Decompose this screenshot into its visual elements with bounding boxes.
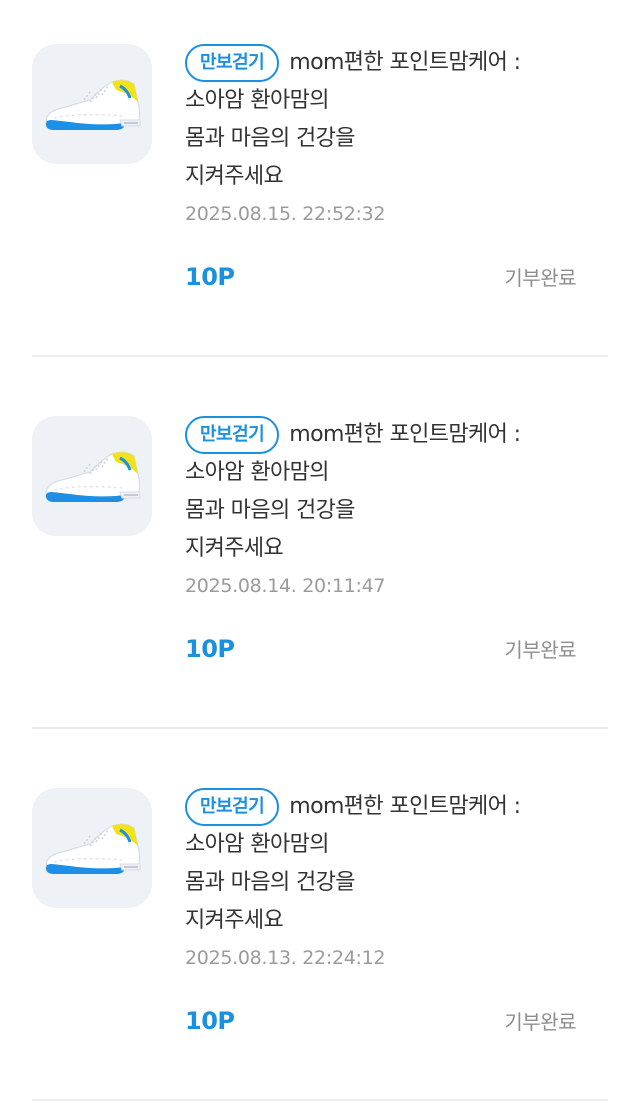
list-item[interactable]: 만보걷기 mom편한 포인트맘케어 : 소아암 환아맘의 몸과 마음의 건강을 지… <box>32 372 608 744</box>
points-value: 10P <box>185 1007 235 1035</box>
sneaker-icon <box>45 451 141 502</box>
title-line-2: 소아암 환아맘의 <box>185 88 329 113</box>
title-line-3: 몸과 마음의 건강을 <box>185 870 356 895</box>
title-line-3: 몸과 마음의 건강을 <box>185 498 356 523</box>
points-value: 10P <box>185 263 235 291</box>
timestamp: 2025.08.14. 20:11:47 <box>185 575 386 597</box>
divider <box>32 355 608 357</box>
title-line-1: mom편한 포인트맘케어 : <box>289 422 521 447</box>
item-title: 만보걷기 mom편한 포인트맘케어 : <box>185 44 608 82</box>
title-line-2: 소아암 환아맘의 <box>185 460 329 485</box>
category-badge: 만보걷기 <box>185 788 280 826</box>
item-title: 만보걷기 mom편한 포인트맘케어 : <box>185 788 608 826</box>
sneaker-icon <box>45 79 141 130</box>
timestamp: 2025.08.13. 22:24:12 <box>185 947 386 969</box>
status-label: 기부완료 <box>504 266 576 290</box>
donation-history-list: 만보걷기 mom편한 포인트맘케어 : 소아암 환아맘의 몸과 마음의 건강을 지… <box>0 0 640 1106</box>
points-value: 10P <box>185 635 235 663</box>
timestamp: 2025.08.15. 22:52:32 <box>185 203 386 225</box>
walking-campaign-thumbnail <box>32 44 152 164</box>
title-line-1: mom편한 포인트맘케어 : <box>289 794 521 819</box>
status-label: 기부완료 <box>504 638 576 662</box>
divider <box>32 727 608 729</box>
sneaker-icon <box>45 823 141 874</box>
status-label: 기부완료 <box>504 1010 576 1034</box>
list-item[interactable]: 만보걷기 mom편한 포인트맘케어 : 소아암 환아맘의 몸과 마음의 건강을 지… <box>32 0 608 372</box>
item-content: 만보걷기 mom편한 포인트맘케어 : 소아암 환아맘의 몸과 마음의 건강을 지… <box>185 788 608 972</box>
item-content: 만보걷기 mom편한 포인트맘케어 : 소아암 환아맘의 몸과 마음의 건강을 지… <box>185 416 608 600</box>
title-line-1: mom편한 포인트맘케어 : <box>289 50 521 75</box>
list-item[interactable]: 만보걷기 mom편한 포인트맘케어 : 소아암 환아맘의 몸과 마음의 건강을 지… <box>32 744 608 1116</box>
title-line-4: 지켜주세요 <box>185 164 284 189</box>
category-badge: 만보걷기 <box>185 416 280 454</box>
item-title: 만보걷기 mom편한 포인트맘케어 : <box>185 416 608 454</box>
title-line-2: 소아암 환아맘의 <box>185 832 329 857</box>
category-badge: 만보걷기 <box>185 44 280 82</box>
walking-campaign-thumbnail <box>32 416 152 536</box>
title-line-4: 지켜주세요 <box>185 536 284 561</box>
title-line-3: 몸과 마음의 건강을 <box>185 126 356 151</box>
walking-campaign-thumbnail <box>32 788 152 908</box>
divider <box>32 1099 608 1101</box>
item-content: 만보걷기 mom편한 포인트맘케어 : 소아암 환아맘의 몸과 마음의 건강을 지… <box>185 44 608 228</box>
title-line-4: 지켜주세요 <box>185 908 284 933</box>
